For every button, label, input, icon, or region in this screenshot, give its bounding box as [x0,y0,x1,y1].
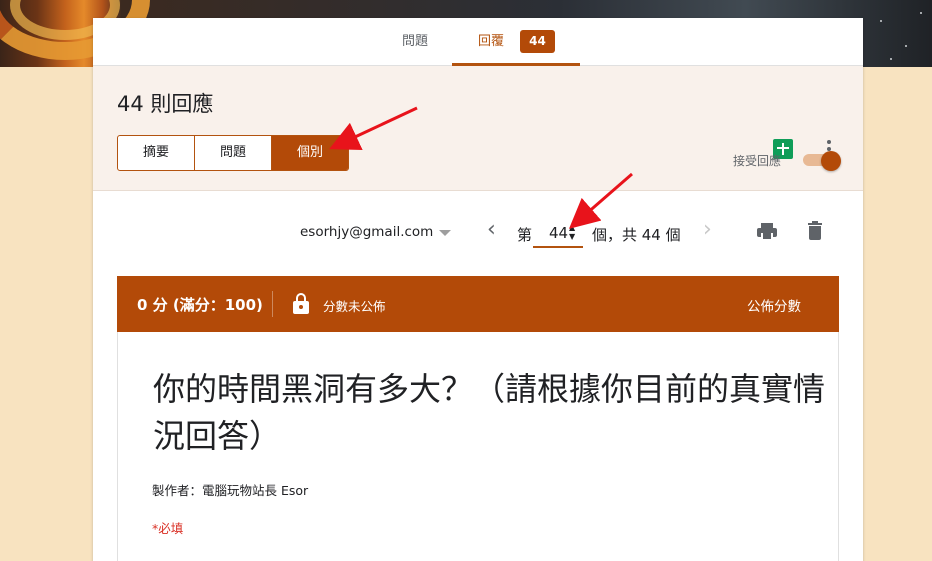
delete-icon[interactable] [808,221,822,240]
form-title: 你的時間黑洞有多大？（請根據你目前的真實情況回答） [153,370,826,455]
score-text: 0 分 (滿分：100) [137,296,263,314]
score-bar: 0 分 (滿分：100) 分數未公佈 公佈分數 [117,276,839,332]
respondent-email: esorhjy@gmail.com [300,224,434,240]
banner-star [905,45,907,47]
response-number-input[interactable]: 44 ▲ ▼ [533,218,583,248]
banner-star [890,58,892,60]
divider [272,291,273,317]
spinner-icon[interactable]: ▲ ▼ [569,223,575,241]
accept-responses-toggle[interactable] [801,151,841,171]
print-icon[interactable] [757,223,777,241]
chevron-right-icon[interactable]: › [703,219,712,241]
accept-responses-label: 接受回應 [733,154,782,168]
segment-summary[interactable]: 摘要 [118,136,195,170]
form-author: 製作者：電腦玩物站長 Esor [152,483,309,498]
responses-count-badge: 44 [520,30,555,53]
response-count-title: 44 則回應 [117,92,214,116]
required-note: *必填 [152,521,184,536]
segment-individual[interactable]: 個別 [272,136,348,170]
tab-questions[interactable]: 問題 [383,18,447,66]
form-card: 你的時間黑洞有多大？（請根據你目前的真實情況回答） 製作者：電腦玩物站長 Eso… [117,332,839,561]
tab-responses[interactable]: 回覆 [461,18,521,66]
toggle-knob [821,151,841,171]
response-number-value: 44 [549,224,569,242]
page-suffix: 個，共 44 個 [592,226,681,244]
release-score-button[interactable]: 公佈分數 [747,295,801,315]
response-navigator: esorhjy@gmail.com ‹ 第 44 ▲ ▼ 個，共 44 個 › [93,208,863,256]
score-unreleased-label: 分數未公佈 [323,299,386,314]
banner-star [880,20,882,22]
page-prefix: 第 [517,226,533,244]
banner-star [920,12,922,14]
responses-sheet: 問題 回覆 44 44 則回應 摘要 問題 個別 接受回應 esorhjy@gm… [93,18,863,561]
chevron-left-icon[interactable]: ‹ [487,219,496,241]
tab-bar: 問題 回覆 44 [93,18,863,66]
segment-questions[interactable]: 問題 [195,136,272,170]
summary-card: 44 則回應 摘要 問題 個別 [93,66,863,191]
lock-icon [293,293,309,314]
chevron-down-icon[interactable] [439,230,451,236]
view-mode-segmented-control: 摘要 問題 個別 [117,135,349,171]
